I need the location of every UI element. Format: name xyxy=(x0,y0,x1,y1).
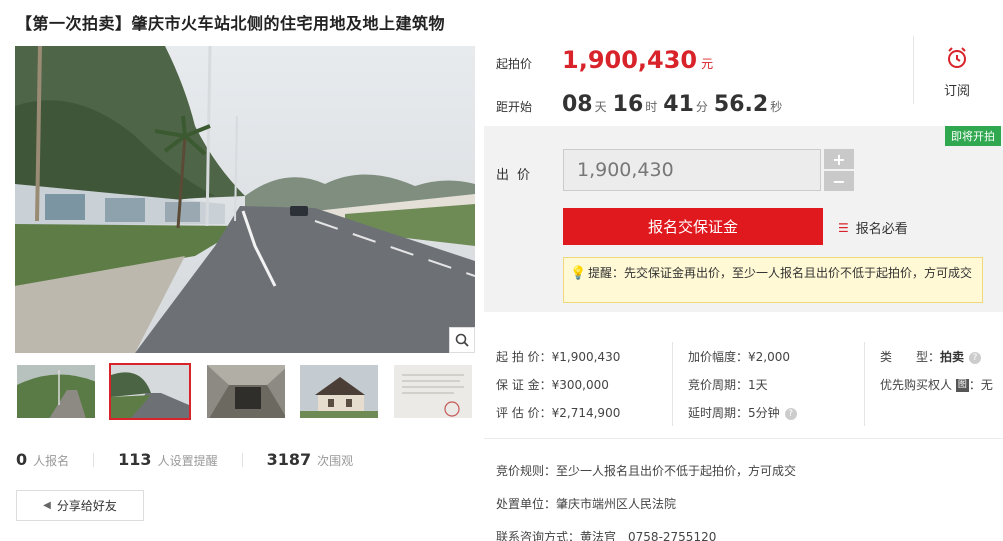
info-extension: 延时周期：5分钟? xyxy=(688,399,797,427)
bid-amount-input[interactable] xyxy=(563,149,821,191)
main-photo[interactable] xyxy=(15,46,475,353)
info-column-3: 类 型：拍卖? 优先购买权人 图：无 xyxy=(880,343,993,399)
stat-number: 113 xyxy=(118,450,152,469)
status-badge: 即将开拍 xyxy=(945,126,1001,146)
priority-label: 优先购买权人 xyxy=(880,378,953,392)
decrease-bid-button[interactable]: − xyxy=(824,171,854,191)
thumbnail-4[interactable] xyxy=(298,363,380,420)
alarm-clock-icon xyxy=(945,47,969,74)
countdown-days-unit: 天 xyxy=(594,100,607,114)
thumbnail-2[interactable] xyxy=(109,363,191,420)
type-label: 类 型： xyxy=(880,350,941,364)
thumbnail-3[interactable] xyxy=(205,363,287,420)
info-column-2: 加价幅度：¥2,000 竞价周期：1天 延时周期：5分钟? xyxy=(688,343,797,427)
countdown-days: 08 xyxy=(562,92,593,117)
stat-signups: 0 人报名 xyxy=(16,450,69,469)
info-priority: 优先购买权人 图：无 xyxy=(880,371,993,399)
divider xyxy=(241,452,243,467)
stat-unit: 人设置提醒 xyxy=(157,454,218,468)
increase-bid-button[interactable]: + xyxy=(824,149,854,169)
notice-icon: ☰ xyxy=(838,220,849,235)
info-type: 类 型：拍卖? xyxy=(880,343,993,371)
subscribe-button[interactable]: 订阅 xyxy=(934,46,980,99)
register-deposit-button[interactable]: 报名交保证金 xyxy=(563,208,823,245)
type-value: 拍卖 xyxy=(940,350,965,364)
rules-section: 竞价规则：至少一人报名且出价不低于起拍价，方可成交 处置单位：肇庆市端州区人民法… xyxy=(496,455,796,541)
divider xyxy=(93,452,95,467)
share-label: 分享给好友 xyxy=(56,499,117,513)
divider xyxy=(864,342,865,426)
start-price-row: 起拍价 1,900,430 元 xyxy=(496,46,713,74)
priority-tag[interactable]: 图 xyxy=(955,379,969,392)
share-icon: ◀ xyxy=(43,500,51,511)
must-read-link[interactable]: ☰ 报名必看 xyxy=(838,218,908,238)
rule-row: 竞价规则：至少一人报名且出价不低于起拍价，方可成交 xyxy=(496,455,796,488)
start-price-label: 起拍价 xyxy=(496,57,533,71)
countdown-seconds: 56.2 xyxy=(713,92,769,117)
help-icon[interactable]: ? xyxy=(784,407,797,420)
bid-panel: 即将开拍 出价 + − 报名交保证金 ☰ 报名必看 💡 提醒：先交保证金再出价，… xyxy=(484,126,1003,312)
rule-value: 至少一人报名且出价不低于起拍价，方可成交 xyxy=(556,464,797,478)
lightbulb-icon: 💡 xyxy=(570,266,587,281)
countdown-row: 距开始 08 天 16 时 41 分 56.2 秒 xyxy=(496,92,788,117)
tip-text: 提醒：先交保证金再出价，至少一人报名且出价不低于起拍价，方可成交 xyxy=(588,266,973,280)
countdown-hours-unit: 时 xyxy=(645,100,658,114)
divider xyxy=(672,342,673,426)
subscribe-label: 订阅 xyxy=(943,84,970,99)
contact-label: 联系咨询方式： xyxy=(496,530,581,541)
stats-bar: 0 人报名 113 人设置提醒 3187 次围观 xyxy=(16,450,353,469)
contact-row: 联系咨询方式：黄法官 0758-2755120 xyxy=(496,521,796,541)
stat-reminders: 113 人设置提醒 xyxy=(118,450,217,469)
page-title: 【第一次拍卖】肇庆市火车站北侧的住宅用地及地上建筑物 xyxy=(16,14,446,33)
priority-value: ：无 xyxy=(968,378,993,392)
rule-label: 竞价规则： xyxy=(496,464,557,478)
info-appraisal: 评 估 价：¥2,714,900 xyxy=(496,406,621,420)
contact-phone: 0758-2755120 xyxy=(628,530,717,541)
thumbnail-1[interactable] xyxy=(15,363,97,420)
start-price-unit: 元 xyxy=(701,57,714,71)
bid-label: 出价 xyxy=(496,168,539,183)
thumbnail-strip xyxy=(15,363,475,420)
countdown-hours: 16 xyxy=(612,92,644,117)
zoom-icon[interactable] xyxy=(449,327,475,353)
must-read-label: 报名必看 xyxy=(855,222,908,237)
share-button[interactable]: ◀ 分享给好友 xyxy=(16,490,144,521)
court-row: 处置单位：肇庆市端州区人民法院 xyxy=(496,488,796,521)
info-bid-period: 竞价周期：1天 xyxy=(688,378,768,392)
stat-unit: 人报名 xyxy=(33,454,70,468)
stat-unit: 次围观 xyxy=(317,454,354,468)
court-value: 肇庆市端州区人民法院 xyxy=(556,497,677,511)
stat-number: 3187 xyxy=(266,450,312,469)
help-icon[interactable]: ? xyxy=(969,351,982,364)
countdown-seconds-unit: 秒 xyxy=(770,100,783,114)
countdown-minutes: 41 xyxy=(663,92,694,117)
reminder-tip: 💡 提醒：先交保证金再出价，至少一人报名且出价不低于起拍价，方可成交 xyxy=(563,257,983,303)
thumbnail-5[interactable] xyxy=(392,363,474,420)
countdown-label: 距开始 xyxy=(496,100,533,114)
info-deposit: 保 证 金：¥300,000 xyxy=(496,378,609,392)
start-price-value: 1,900,430 xyxy=(562,46,698,74)
divider xyxy=(484,438,1003,439)
info-start-price: 起 拍 价：¥1,900,430 xyxy=(496,350,621,364)
stat-views: 3187 次围观 xyxy=(267,450,354,469)
divider xyxy=(913,36,914,104)
info-increment: 加价幅度：¥2,000 xyxy=(688,350,790,364)
contact-name: 黄法官 xyxy=(580,530,617,541)
countdown-minutes-unit: 分 xyxy=(695,100,708,114)
stat-number: 0 xyxy=(16,450,28,469)
info-extension-text: 延时周期：5分钟 xyxy=(688,406,780,420)
info-column-1: 起 拍 价：¥1,900,430 保 证 金：¥300,000 评 估 价：¥2… xyxy=(496,343,620,427)
court-label: 处置单位： xyxy=(496,497,557,511)
